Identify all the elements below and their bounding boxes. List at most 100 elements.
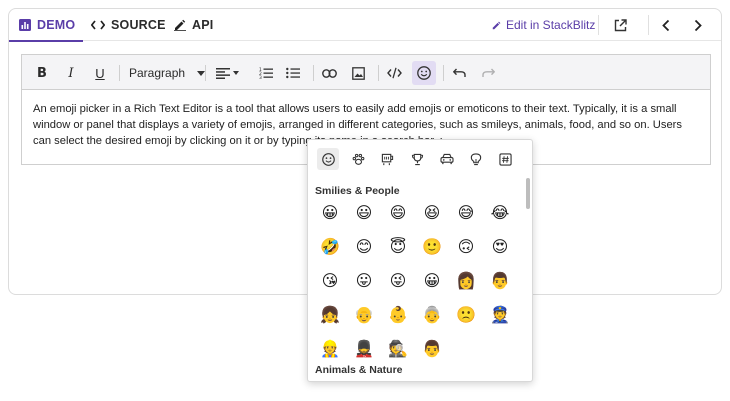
emoji-button[interactable]: 😃 bbox=[351, 199, 377, 225]
chart-icon bbox=[19, 19, 31, 31]
smiley-icon bbox=[321, 152, 335, 166]
align-left-icon bbox=[215, 67, 230, 79]
category-symbols[interactable] bbox=[494, 148, 516, 170]
format-dropdown[interactable]: Paragraph bbox=[129, 61, 206, 85]
emoji-picker-popup: Smilies & People 😀 😃 😄 😆 😅 😂 🤣 😊 😇 🙂 🙃 😍 😘 😛 😜 😀 👩 👨 👧 👴 👶 👵 🙁… bbox=[307, 139, 533, 382]
redo-button[interactable] bbox=[476, 61, 500, 85]
toolbar-divider bbox=[443, 65, 444, 81]
link-icon bbox=[321, 68, 337, 78]
emoji-button[interactable]: 🙃 bbox=[453, 233, 479, 259]
emoji-button[interactable]: 😀 bbox=[317, 199, 343, 225]
trophy-icon bbox=[411, 153, 423, 165]
pencil-icon bbox=[174, 19, 186, 31]
toolbar-divider bbox=[378, 65, 379, 81]
emoji-button[interactable]: 😘 bbox=[317, 267, 343, 293]
emoji-picker-button[interactable] bbox=[412, 61, 436, 85]
alignment-dropdown[interactable] bbox=[212, 61, 242, 85]
emoji-button[interactable]: 🤣 bbox=[317, 233, 343, 259]
toolbar-divider bbox=[119, 65, 120, 81]
open-new-window-icon bbox=[614, 18, 627, 31]
emoji-button[interactable]: 😇 bbox=[385, 233, 411, 259]
emoji-button[interactable]: 😊 bbox=[351, 233, 377, 259]
emoji-category-bar bbox=[308, 140, 532, 176]
category-activities[interactable] bbox=[406, 148, 428, 170]
code-view-button[interactable] bbox=[382, 61, 406, 85]
italic-button[interactable]: I bbox=[59, 61, 83, 85]
emoji-button[interactable]: 😆 bbox=[419, 199, 445, 225]
image-icon bbox=[351, 66, 365, 80]
tab-demo[interactable]: DEMO bbox=[8, 9, 84, 42]
category-objects[interactable] bbox=[465, 148, 487, 170]
emoji-button[interactable]: 👨 bbox=[419, 335, 445, 361]
emoji-button[interactable]: 👵 bbox=[419, 301, 445, 327]
emoji-button[interactable]: 😅 bbox=[453, 199, 479, 225]
scrollbar-thumb[interactable] bbox=[526, 178, 530, 209]
underline-button[interactable]: U bbox=[88, 61, 112, 85]
insert-image-button[interactable] bbox=[346, 61, 370, 85]
editor-toolbar: B I U Paragraph 123 bbox=[22, 55, 710, 90]
symbols-icon bbox=[498, 152, 512, 166]
emoji-button[interactable]: 🙂 bbox=[419, 233, 445, 259]
emoji-button[interactable]: 🙁 bbox=[453, 301, 479, 327]
tab-api[interactable]: API bbox=[174, 9, 213, 41]
caret-down-icon bbox=[197, 70, 206, 76]
toolbar-divider bbox=[205, 65, 206, 81]
tab-source[interactable]: SOURCE bbox=[91, 9, 166, 41]
emoji-button[interactable]: 👩 bbox=[453, 267, 479, 293]
bullet-list-icon bbox=[286, 67, 300, 79]
emoji-button[interactable]: 👮 bbox=[487, 301, 513, 327]
emoji-button[interactable]: 😄 bbox=[385, 199, 411, 225]
code-view-icon bbox=[386, 67, 402, 79]
food-icon bbox=[381, 153, 393, 165]
chevron-left-icon bbox=[662, 19, 670, 31]
emoji-button[interactable]: 😂 bbox=[487, 199, 513, 225]
emoji-button[interactable]: 👴 bbox=[351, 301, 377, 327]
chevron-right-icon bbox=[694, 19, 702, 31]
tab-label: SOURCE bbox=[111, 18, 166, 32]
bold-button[interactable]: B bbox=[30, 61, 54, 85]
category-animals[interactable] bbox=[347, 148, 369, 170]
redo-icon bbox=[481, 68, 495, 77]
car-icon bbox=[440, 153, 454, 165]
open-new-window-button[interactable] bbox=[608, 13, 632, 37]
tab-label: DEMO bbox=[37, 18, 76, 32]
edit-label: Edit in StackBlitz bbox=[506, 18, 596, 32]
undo-icon bbox=[452, 68, 466, 77]
bullet-list-button[interactable] bbox=[281, 61, 305, 85]
category-travel[interactable] bbox=[436, 148, 458, 170]
emoji-button[interactable]: 😛 bbox=[351, 267, 377, 293]
pencil-icon bbox=[492, 21, 501, 29]
category-smileys[interactable] bbox=[317, 148, 339, 170]
emoji-button[interactable]: 😜 bbox=[385, 267, 411, 293]
undo-button[interactable] bbox=[447, 61, 471, 85]
emoji-button[interactable]: 👶 bbox=[385, 301, 411, 327]
emoji-button[interactable]: 😍 bbox=[487, 233, 513, 259]
previous-button[interactable] bbox=[654, 13, 678, 37]
paw-icon bbox=[352, 153, 364, 165]
caret-down-icon bbox=[232, 71, 239, 75]
svg-text:3: 3 bbox=[259, 75, 262, 79]
divider bbox=[598, 15, 599, 35]
format-label: Paragraph bbox=[129, 66, 186, 80]
emoji-button[interactable]: 🕵 bbox=[385, 335, 411, 361]
next-button[interactable] bbox=[686, 13, 710, 37]
insert-link-button[interactable] bbox=[317, 61, 341, 85]
tab-bar: DEMO SOURCE API Edit in StackBlitz bbox=[8, 9, 721, 42]
code-icon bbox=[91, 20, 105, 30]
emoji-button[interactable]: 😀 bbox=[419, 267, 445, 293]
emoji-button[interactable]: 👨 bbox=[487, 267, 513, 293]
category-food[interactable] bbox=[376, 148, 398, 170]
numbered-list-button[interactable]: 123 bbox=[254, 61, 278, 85]
section-title-animals: Animals & Nature bbox=[315, 364, 403, 376]
emoji-button[interactable]: 💂 bbox=[351, 335, 377, 361]
lightbulb-icon bbox=[470, 152, 482, 165]
toolbar-divider bbox=[313, 65, 314, 81]
divider bbox=[648, 15, 649, 35]
smiley-icon bbox=[417, 66, 431, 80]
edit-in-stackblitz-link[interactable]: Edit in StackBlitz bbox=[492, 9, 595, 41]
numbered-list-icon: 123 bbox=[259, 67, 273, 79]
emoji-button[interactable]: 👧 bbox=[317, 301, 343, 327]
tab-label: API bbox=[192, 18, 214, 32]
section-title-smilies: Smilies & People bbox=[315, 185, 400, 197]
emoji-button[interactable]: 👷 bbox=[317, 335, 343, 361]
